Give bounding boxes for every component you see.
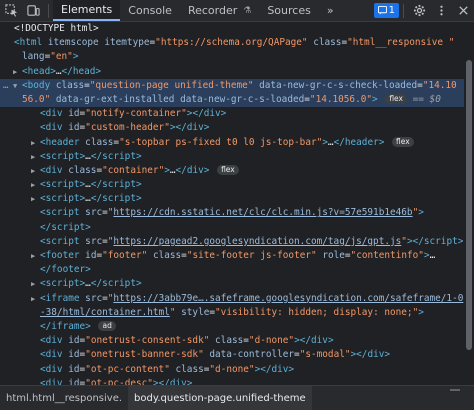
dom-node-row[interactable]: ▶ <script>…</script> — [0, 150, 474, 164]
tab-label: Sources — [267, 4, 311, 17]
selected-node-marker: == $0 — [406, 93, 441, 105]
breadcrumb: html.html__responsive. body.question-pag… — [0, 385, 474, 410]
close-icon[interactable] — [452, 0, 474, 21]
node-markup: <script>…</script> — [40, 150, 142, 162]
tab-sources[interactable]: Sources — [259, 0, 319, 21]
node-markup: lang="en"> — [22, 51, 79, 63]
node-markup: <div class="container">…</div> flex — [40, 164, 239, 178]
dom-node-row[interactable]: ▶ <head>…</head> — [0, 65, 474, 79]
node-markup: <html itemscope itemtype="https://schema… — [14, 37, 455, 49]
expand-arrow-icon[interactable]: ▶ — [31, 292, 35, 306]
flex-badge[interactable]: flex — [385, 93, 407, 104]
toolbar-divider — [403, 3, 404, 18]
gear-icon[interactable] — [408, 0, 430, 21]
device-toggle-icon[interactable] — [22, 0, 44, 21]
node-markup: <div id="ot-pc-desc"></div> — [40, 377, 193, 385]
dom-node-row[interactable]: <div id="onetrust-banner-sdk" data-contr… — [0, 348, 474, 362]
breadcrumb-body[interactable]: body.question-page.unified-theme — [128, 386, 312, 410]
dom-node-row[interactable]: ▶ <script>…</script> — [0, 277, 474, 291]
node-markup: <script src="https://cdn.sstatic.net/clc… — [40, 207, 424, 219]
dom-node-row[interactable]: ▶ <script>…</script> — [0, 178, 474, 192]
dom-node-row[interactable]: -38/html/container.html" style="visibili… — [0, 306, 474, 320]
message-icon — [377, 6, 387, 15]
cursor-select-icon[interactable] — [0, 0, 22, 21]
scrollbar-thumb[interactable] — [466, 60, 472, 350]
breadcrumb-html[interactable]: html.html__responsive. — [0, 386, 128, 410]
tab-elements[interactable]: Elements — [53, 0, 121, 21]
more-tabs-button[interactable]: » — [319, 0, 342, 21]
node-markup: -38/html/container.html" style="visibili… — [40, 306, 424, 318]
tab-label: Console — [128, 4, 172, 17]
expand-arrow-icon[interactable]: ▶ — [31, 249, 35, 263]
issues-count: 1 — [388, 5, 395, 16]
dom-node-row[interactable]: ▶ <div class="container">…</div> flex — [0, 164, 474, 178]
node-markup: 56.0" data-gr-ext-installed data-new-gr-… — [22, 93, 441, 105]
node-markup: <footer id="footer" class="site-footer j… — [40, 250, 436, 261]
expand-arrow-icon[interactable]: ▶ — [31, 150, 35, 164]
dom-node-row[interactable]: ▶ <script>…</script> — [0, 192, 474, 206]
node-markup: </script> — [40, 221, 91, 233]
node-markup: <div id="custom-header"></div> — [40, 122, 210, 134]
node-actions-icon[interactable]: … — [3, 79, 8, 93]
dom-node-row[interactable]: </iframe> ad — [0, 320, 474, 334]
expand-arrow-icon[interactable]: ▶ — [31, 136, 35, 150]
node-markup: <iframe src="https://3abb79e….safeframe.… — [40, 292, 464, 304]
node-markup: <div id="notify-container"></div> — [40, 108, 227, 120]
toolbar-divider — [48, 3, 49, 18]
expand-arrow-icon[interactable]: ▶ — [31, 192, 35, 206]
node-markup: <script>…</script> — [40, 193, 142, 205]
expand-arrow-icon[interactable]: ▶ — [31, 178, 35, 192]
dom-node-row[interactable]: <script src="https://pagead2.googlesyndi… — [0, 235, 474, 249]
node-markup: <header class="s-topbar ps-fixed t0 l0 j… — [40, 136, 414, 150]
expand-arrow-icon[interactable]: ▶ — [31, 164, 35, 178]
dom-node-row[interactable]: <div id="notify-container"></div> — [0, 107, 474, 121]
issues-badge[interactable]: 1 — [373, 3, 399, 18]
node-markup: <div id="onetrust-consent-sdk" class="d-… — [40, 335, 334, 347]
breadcrumb-label: html.html__responsive. — [6, 392, 123, 404]
collapse-arrow-icon[interactable]: ▼ — [13, 79, 17, 93]
dom-node-row[interactable]: <div id="custom-header"></div> — [0, 121, 474, 135]
dom-node-row[interactable]: ▶ <iframe src="https://3abb79e….safeframe… — [0, 292, 474, 306]
node-markup: <script>…</script> — [40, 179, 142, 191]
node-markup: <!DOCTYPE html> — [14, 23, 99, 34]
flex-badge[interactable]: flex — [217, 164, 239, 175]
node-markup: <head>…</head> — [22, 65, 102, 77]
dom-node-row[interactable]: <div id="onetrust-consent-sdk" class="d-… — [0, 334, 474, 348]
node-markup: <script src="https://pagead2.googlesyndi… — [40, 235, 464, 247]
dom-node-row[interactable]: <script src="https://cdn.sstatic.net/clc… — [0, 206, 474, 220]
dom-node-row[interactable]: <div id="ot-pc-desc"></div> — [0, 377, 474, 385]
expand-arrow-icon[interactable]: ▶ — [13, 65, 17, 79]
chevron-double-right-icon: » — [326, 4, 334, 17]
elements-tree: <!DOCTYPE html> <html itemscope itemtype=… — [0, 22, 474, 385]
ad-badge[interactable]: ad — [98, 320, 116, 331]
dom-node-row[interactable]: ▶ <footer id="footer" class="site-footer … — [0, 249, 474, 263]
breadcrumb-scrollbar[interactable] — [450, 389, 460, 391]
selected-node-row[interactable]: 56.0" data-gr-ext-installed data-new-gr-… — [0, 92, 474, 108]
flex-badge[interactable]: flex — [392, 136, 414, 147]
node-markup: <div id="ot-pc-content" class="d-none"><… — [40, 363, 295, 375]
node-markup: <div id="onetrust-banner-sdk" data-contr… — [40, 349, 391, 361]
tab-label: Elements — [61, 3, 113, 16]
node-markup: <script>…</script> — [40, 278, 142, 290]
breadcrumb-label: body.question-page.unified-theme — [134, 392, 306, 404]
expand-arrow-icon[interactable]: ▶ — [31, 277, 35, 291]
dom-node-row[interactable]: <div id="ot-pc-content" class="d-none"><… — [0, 363, 474, 377]
selected-node-row[interactable]: … ▼ <body class="question-page unified-the… — [0, 78, 474, 93]
dom-node-row[interactable]: ▶ <header class="s-topbar ps-fixed t0 l0 … — [0, 136, 474, 150]
elements-scrollbar[interactable] — [464, 22, 474, 385]
dom-node-row[interactable]: <html itemscope itemtype="https://schema… — [0, 36, 474, 50]
dom-node-row[interactable]: lang="en"> — [0, 50, 474, 64]
dom-node-row[interactable]: </script> — [0, 221, 474, 235]
more-vertical-icon[interactable] — [430, 0, 452, 21]
dom-node-row[interactable]: </footer> — [0, 263, 474, 277]
node-markup: <body class="question-page unified-theme… — [22, 79, 457, 91]
dom-node-row[interactable]: <!DOCTYPE html> — [0, 22, 474, 36]
devtools-toolbar: Elements Console Recorder ⚗ Sources » 1 — [0, 0, 474, 22]
node-markup: </iframe> ad — [40, 320, 116, 334]
node-markup: </footer> — [40, 264, 91, 276]
tab-recorder[interactable]: Recorder ⚗ — [180, 0, 259, 21]
tab-console[interactable]: Console — [120, 0, 180, 21]
flask-icon: ⚗ — [243, 5, 252, 16]
tab-label: Recorder — [187, 4, 238, 17]
